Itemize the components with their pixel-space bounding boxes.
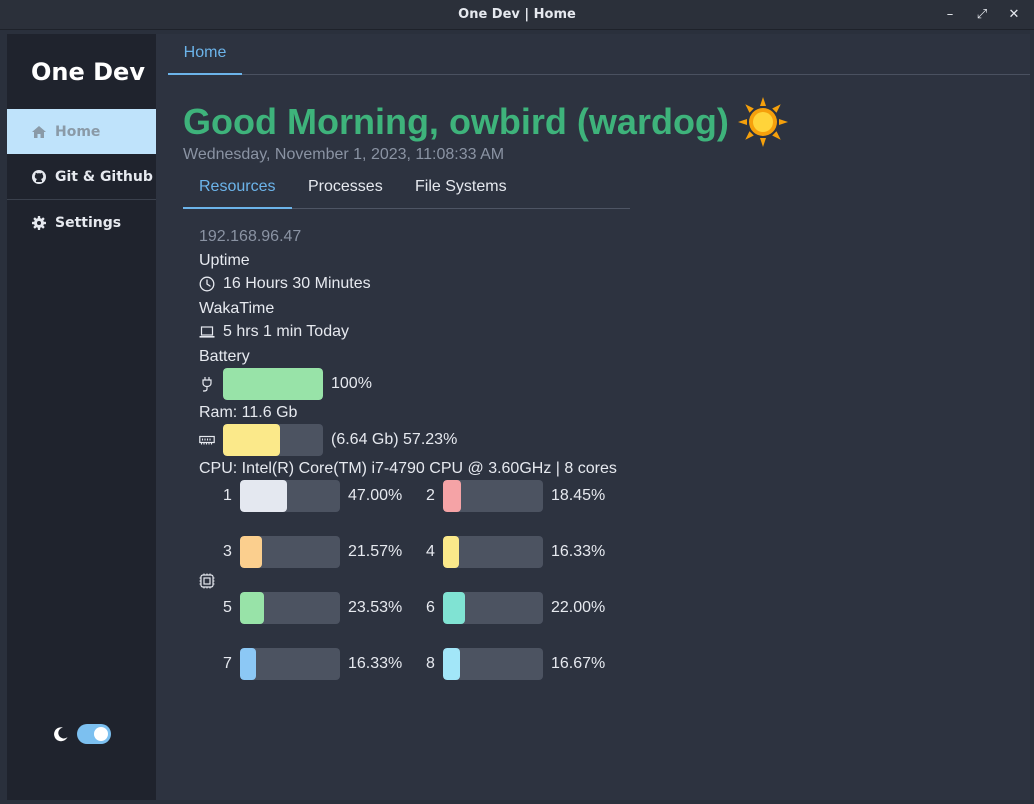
plug-icon bbox=[202, 377, 212, 392]
sidebar-item-label: Settings bbox=[55, 214, 122, 231]
sidebar-item-label: Git & Github bbox=[55, 168, 153, 185]
core-number: 1 bbox=[223, 487, 232, 504]
cpu-core: 1 47.00% bbox=[223, 480, 402, 512]
cpu-core: 8 16.67% bbox=[426, 648, 605, 680]
core-percent: 23.53% bbox=[348, 599, 403, 616]
core-fill bbox=[240, 536, 262, 568]
sidebar: One Dev Home Git & Github Settings bbox=[7, 34, 156, 800]
uptime-row: 16 Hours 30 Minutes bbox=[199, 275, 371, 293]
maximize-button[interactable]: ⤢ bbox=[973, 6, 991, 24]
tab-home[interactable]: Home bbox=[168, 34, 242, 75]
theme-toggle[interactable] bbox=[53, 724, 111, 744]
sidebar-item-label: Home bbox=[55, 123, 101, 140]
tab-resources[interactable]: Resources bbox=[183, 174, 292, 209]
core-number: 6 bbox=[426, 599, 435, 616]
switch-knob bbox=[94, 727, 108, 741]
core-bar bbox=[240, 536, 340, 568]
core-fill bbox=[443, 592, 465, 624]
wakatime-label: WakaTime bbox=[199, 300, 275, 317]
sun-icon bbox=[737, 97, 788, 147]
core-percent: 47.00% bbox=[348, 487, 403, 504]
core-bar bbox=[443, 536, 543, 568]
battery-percent: 100% bbox=[331, 375, 372, 392]
moon-icon bbox=[54, 727, 68, 742]
uptime-label: Uptime bbox=[199, 252, 250, 269]
cpu-core: 5 23.53% bbox=[223, 592, 402, 624]
ram-usage: (6.64 Gb) 57.23% bbox=[331, 431, 458, 448]
core-percent: 22.00% bbox=[551, 599, 606, 616]
tab-divider bbox=[242, 74, 1030, 75]
laptop-icon bbox=[199, 326, 215, 338]
close-button[interactable]: ✕ bbox=[1005, 6, 1023, 24]
battery-row: 100% bbox=[199, 368, 372, 400]
core-bar bbox=[240, 592, 340, 624]
core-bar bbox=[443, 592, 543, 624]
core-bar bbox=[443, 648, 543, 680]
resource-tabs: Resources Processes File Systems bbox=[183, 174, 630, 209]
core-bar bbox=[443, 480, 543, 512]
cpu-icon bbox=[199, 573, 215, 589]
core-percent: 16.33% bbox=[551, 543, 606, 560]
core-percent: 16.67% bbox=[551, 655, 606, 672]
battery-bar bbox=[223, 368, 323, 400]
clock-icon bbox=[199, 276, 215, 292]
core-fill bbox=[443, 648, 460, 680]
window-title: One Dev | Home bbox=[458, 7, 576, 22]
cpu-label: CPU: Intel(R) Core(TM) i7-4790 CPU @ 3.6… bbox=[199, 460, 617, 477]
cpu-core: 2 18.45% bbox=[426, 480, 605, 512]
core-number: 5 bbox=[223, 599, 232, 616]
core-percent: 16.33% bbox=[348, 655, 403, 672]
core-bar bbox=[240, 480, 340, 512]
sidebar-item-home[interactable]: Home bbox=[7, 109, 156, 154]
core-number: 8 bbox=[426, 655, 435, 672]
core-fill bbox=[443, 480, 462, 512]
cpu-core: 3 21.57% bbox=[223, 536, 402, 568]
core-number: 4 bbox=[426, 543, 435, 560]
current-datetime: Wednesday, November 1, 2023, 11:08:33 AM bbox=[183, 146, 505, 163]
sidebar-item-git-github[interactable]: Git & Github bbox=[7, 154, 156, 199]
cpu-core: 6 22.00% bbox=[426, 592, 605, 624]
core-percent: 18.45% bbox=[551, 487, 606, 504]
tab-processes[interactable]: Processes bbox=[308, 174, 383, 209]
ram-bar bbox=[223, 424, 323, 456]
wakatime-value: 5 hrs 1 min Today bbox=[223, 323, 349, 340]
memory-icon bbox=[199, 435, 215, 445]
core-fill bbox=[240, 480, 287, 512]
greeting-text: Good Morning, owbird (wardog) bbox=[183, 101, 729, 142]
ram-fill bbox=[223, 424, 281, 456]
core-percent: 21.57% bbox=[348, 543, 403, 560]
core-number: 7 bbox=[223, 655, 232, 672]
uptime-value: 16 Hours 30 Minutes bbox=[223, 275, 371, 292]
sidebar-item-settings[interactable]: Settings bbox=[7, 200, 156, 245]
core-bar bbox=[240, 648, 340, 680]
core-fill bbox=[240, 592, 264, 624]
app-logo: One Dev bbox=[31, 58, 145, 86]
gear-icon bbox=[32, 215, 46, 230]
greeting: Good Morning, owbird (wardog) bbox=[183, 96, 789, 148]
battery-label: Battery bbox=[199, 348, 250, 365]
github-icon bbox=[32, 169, 46, 184]
title-bar: One Dev | Home – ⤢ ✕ bbox=[0, 0, 1034, 30]
core-fill bbox=[240, 648, 257, 680]
wakatime-row: 5 hrs 1 min Today bbox=[199, 323, 349, 341]
cpu-core: 4 16.33% bbox=[426, 536, 605, 568]
ram-label: Ram: 11.6 Gb bbox=[199, 404, 298, 421]
tab-file-systems[interactable]: File Systems bbox=[415, 174, 507, 209]
ip-address: 192.168.96.47 bbox=[199, 228, 302, 245]
core-number: 2 bbox=[426, 487, 435, 504]
ram-row: (6.64 Gb) 57.23% bbox=[199, 424, 457, 456]
battery-fill bbox=[223, 368, 323, 400]
core-number: 3 bbox=[223, 543, 232, 560]
home-icon bbox=[32, 125, 46, 138]
theme-switch[interactable] bbox=[77, 724, 111, 744]
main-panel: Home Good Morning, owbird (wardog) Wedne… bbox=[156, 34, 1030, 800]
core-fill bbox=[443, 536, 460, 568]
minimize-button[interactable]: – bbox=[941, 6, 959, 24]
cpu-core: 7 16.33% bbox=[223, 648, 402, 680]
